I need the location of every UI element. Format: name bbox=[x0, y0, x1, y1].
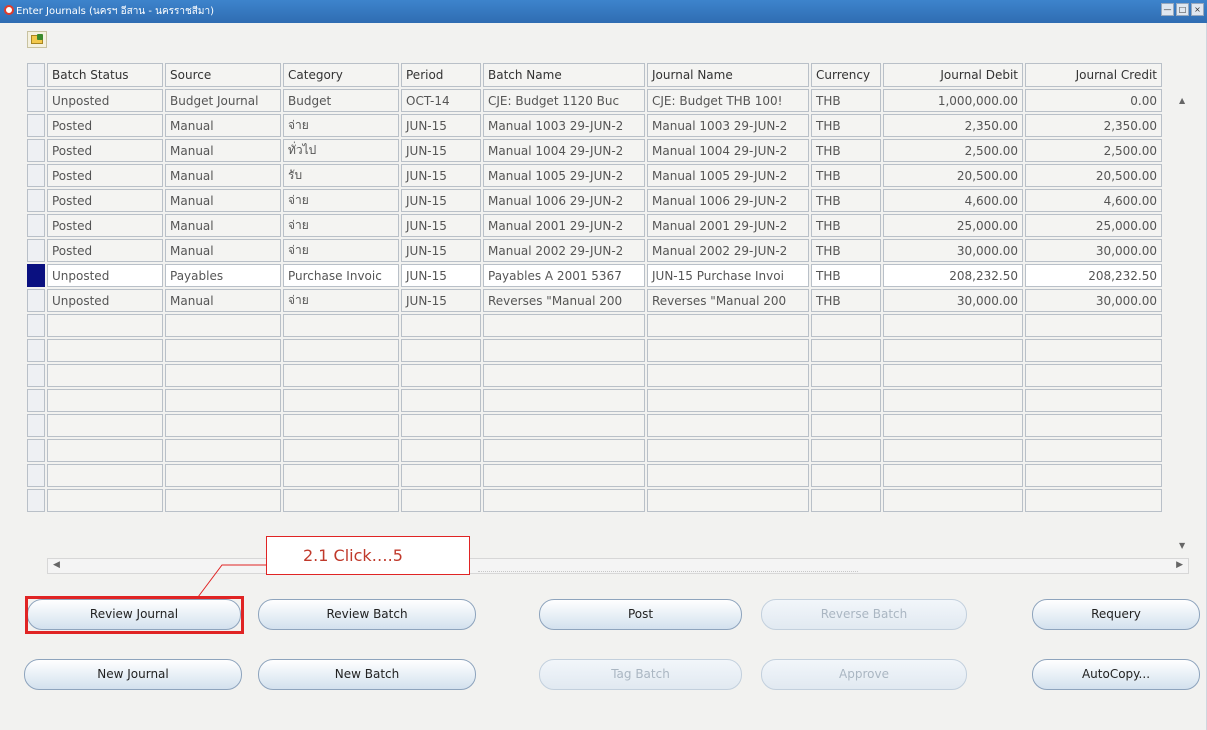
instruction-callout: 2.1 Click….5 bbox=[266, 536, 470, 575]
callout-leader-line bbox=[197, 564, 266, 598]
